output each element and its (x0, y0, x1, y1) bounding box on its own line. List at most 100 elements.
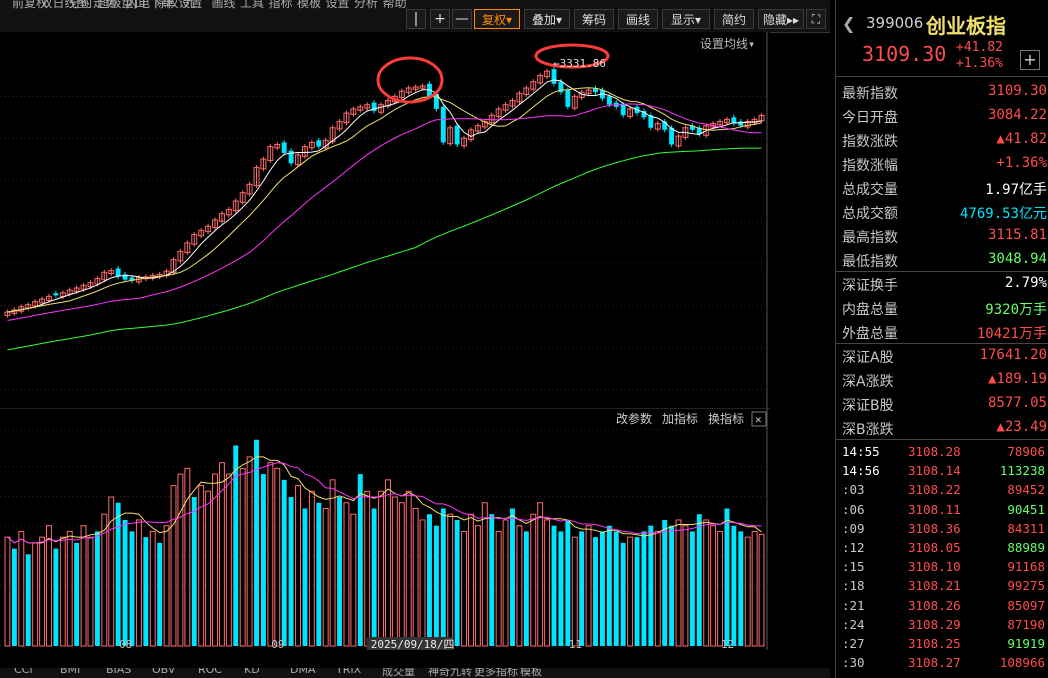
quote-label: 总成交量 (842, 182, 898, 198)
kline-chart: 3200.003000.002800.002600.002400.002200.… (0, 32, 822, 408)
crosshair-date: 2025/09/18/四 (371, 638, 455, 650)
top-menu-item[interactable]: 工具 (240, 0, 264, 11)
volume-bar-down (281, 479, 287, 646)
volume-bar-up (364, 490, 371, 647)
volume-bar-up (329, 479, 336, 647)
top-menu-item[interactable]: 除权设置 (155, 0, 203, 11)
tick-price: 3108.14 (908, 463, 961, 479)
indicator-tab[interactable]: 成交量 (382, 668, 415, 678)
indicator-tab[interactable]: TRIX (336, 668, 361, 676)
volume-bar-up (225, 473, 232, 647)
chips-button[interactable]: 筹码 (574, 9, 614, 29)
prev-arrow-icon[interactable]: ❮ (842, 14, 855, 33)
tick-time: 14:56 (842, 463, 880, 479)
indicator-tab[interactable]: BMI (60, 668, 80, 676)
tick-time: :24 (842, 616, 865, 632)
ma-line (7, 147, 762, 351)
indicator-tab[interactable]: ROC (198, 668, 222, 676)
add-watch-button[interactable]: + (1020, 50, 1040, 70)
candle-down (551, 69, 557, 84)
volume-bar-down (551, 525, 557, 646)
expand-icon[interactable]: ⛶ (806, 9, 826, 29)
candle-down (606, 96, 612, 105)
ma-line (7, 103, 762, 321)
tick-price: 3108.10 (908, 559, 961, 575)
overlay-button[interactable]: 叠加▾ (524, 9, 570, 29)
volume-bar-down (440, 508, 446, 646)
tick-time: :30 (842, 655, 865, 671)
tick-volume: 84311 (1007, 520, 1045, 536)
quote-value: ▲41.82 (996, 131, 1047, 147)
adjust-button[interactable]: 复权▾ (474, 9, 520, 29)
volume-bar-up (163, 525, 170, 647)
quote-value: 3048.94 (987, 251, 1047, 267)
indicator-tab[interactable]: BIAS (106, 668, 131, 676)
tick-volume: 85097 (1007, 597, 1045, 613)
top-menu-item[interactable]: 画线 (212, 0, 236, 11)
volume-bar-up (675, 519, 682, 647)
top-menu-item[interactable]: 设置 (326, 0, 350, 11)
ma-setting-label: 设置均线▾ (700, 37, 755, 51)
candle-down (565, 90, 571, 107)
top-menu-item[interactable]: 九 (183, 0, 195, 11)
volume-bar-up (246, 456, 253, 647)
volume-bar-up (474, 525, 481, 647)
hide-button[interactable]: 隐藏▸▸ (758, 9, 804, 29)
top-menu-item[interactable]: 模板 (297, 0, 321, 11)
volume-bar-down (260, 474, 266, 646)
volume-bar-up (447, 513, 454, 647)
tick-time: 14:55 (842, 444, 880, 459)
indicator-button[interactable]: 换指标 (708, 411, 744, 426)
indicator-tab[interactable]: 更多指标 (474, 668, 518, 678)
volume-bar-down (731, 525, 737, 646)
volume-bar-down (316, 502, 322, 646)
volume-bar-down (302, 508, 308, 646)
pipe-button[interactable]: | (406, 9, 426, 29)
quote-value: 4769.53亿元 (959, 206, 1047, 222)
volume-bar-down (641, 531, 647, 646)
draw-line-button[interactable]: 画线 (618, 9, 658, 29)
volume-bar-up (516, 525, 523, 647)
volume-bar-up (267, 462, 274, 647)
quote-row: 最新指数 3109.30 (842, 80, 1047, 104)
volume-bar-up (571, 536, 578, 647)
volume-bar-down (337, 497, 342, 646)
zoom-in-button[interactable]: + (430, 9, 450, 29)
tick-price: 3108.27 (908, 655, 961, 671)
volume-bar-up (4, 536, 11, 647)
volume-bar-up (46, 525, 52, 647)
tick-time: :06 (842, 501, 865, 517)
volume-bar-down (25, 554, 31, 646)
quote-value: 9320万手 (985, 302, 1047, 318)
candle-down (620, 104, 626, 116)
quote-label: 指数涨跌 (842, 134, 898, 150)
volume-bar-down (122, 519, 128, 646)
simple-button[interactable]: 简约 (714, 9, 754, 29)
volume-bar-up (717, 530, 723, 647)
indicator-button[interactable]: 改参数 (616, 411, 652, 426)
quote-row: 深证B股 8577.05 (842, 392, 1047, 416)
indicator-tab[interactable]: 模板 (520, 668, 542, 678)
indicator-tab[interactable]: 神奇九转 (428, 668, 472, 678)
quote-row: 内盘总量 9320万手 (842, 296, 1047, 320)
indicator-tab[interactable]: CCI (14, 668, 33, 676)
indicator-button[interactable]: 加指标 (662, 411, 698, 426)
tick-row: :18 3108.21 99275 (836, 576, 1048, 595)
volume-bar-down (648, 525, 654, 646)
volume-bar-up (59, 536, 66, 647)
top-menu-item[interactable]: 分析 (354, 0, 378, 11)
display-button[interactable]: 显示▾ (662, 9, 710, 29)
indicator-tab[interactable]: OBV (152, 668, 175, 676)
tick-row: :24 3108.29 87190 (836, 615, 1048, 634)
tick-time: :15 (842, 559, 865, 575)
top-menu-item[interactable]: 帮助 (383, 0, 407, 11)
volume-bar-up (198, 485, 205, 647)
indicator-tab[interactable]: KD (244, 668, 260, 676)
volume-bar-up (350, 513, 357, 647)
indicator-tab[interactable]: DMA (290, 668, 316, 676)
zoom-out-button[interactable]: — (452, 9, 472, 29)
close-icon: ✕ (755, 413, 762, 426)
quote-row: 总成交额 4769.53亿元 (842, 200, 1047, 224)
tick-row: :03 3108.22 89452 (836, 480, 1048, 499)
top-menu-item[interactable]: 指标 (269, 0, 293, 11)
